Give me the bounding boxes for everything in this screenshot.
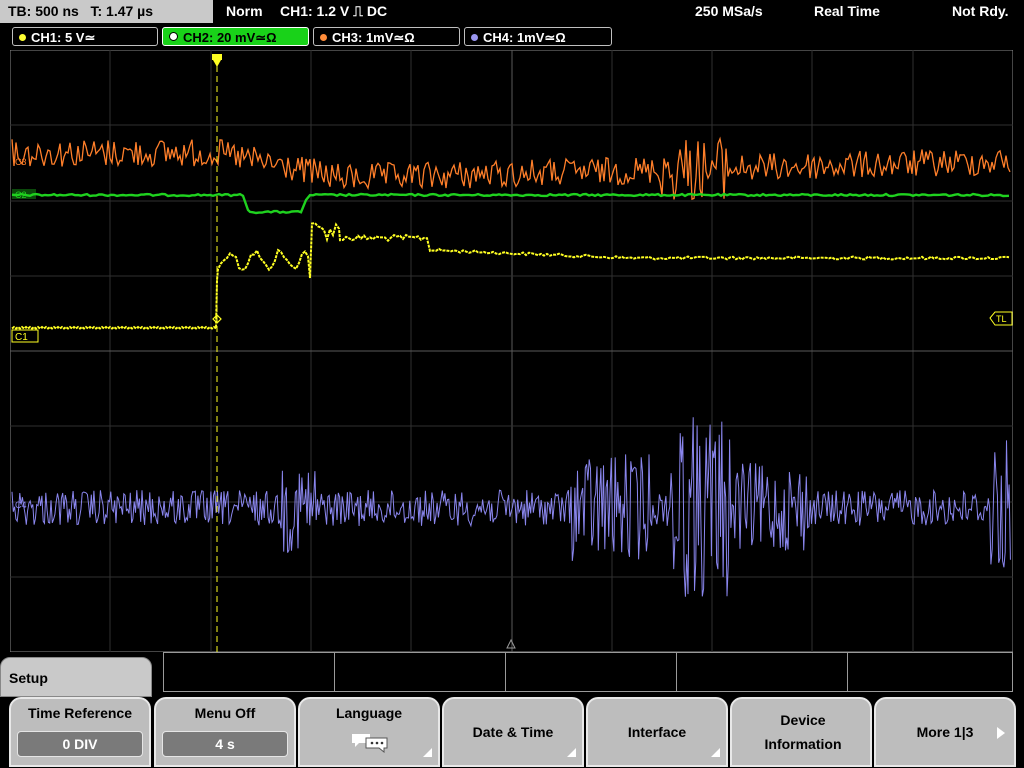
time-reference-value[interactable]: 0 DIV	[17, 731, 143, 757]
channel-4-label: CH4: 1mV≃Ω	[483, 30, 566, 45]
channel-1-label: CH1: 5 V≃	[31, 30, 96, 45]
speech-bubble-icon	[352, 734, 388, 753]
nav-cell	[335, 653, 506, 691]
submenu-indicator-icon	[567, 748, 576, 757]
channel-bar: CH1: 5 V≃ CH2: 20 mV≃Ω CH3: 1mV≃Ω CH4: 1…	[0, 26, 1024, 48]
nav-cell	[164, 653, 335, 691]
timebase-box[interactable]: TB: 500 ns T: 1.47 µs	[0, 0, 213, 23]
language-softkey[interactable]: Language	[298, 697, 440, 767]
menu-off-softkey[interactable]: Menu Off 4 s	[154, 697, 296, 767]
channel-4-chip[interactable]: CH4: 1mV≃Ω	[464, 27, 612, 46]
channel-2-label: CH2: 20 mV≃Ω	[183, 30, 277, 45]
nav-cell	[677, 653, 848, 691]
more-label: More 1|3	[916, 724, 974, 740]
channel-dot-icon	[471, 34, 478, 41]
date-time-softkey[interactable]: Date & Time	[442, 697, 584, 767]
ch1-level-marker[interactable]: C1	[11, 329, 39, 343]
channel-dot-icon	[19, 34, 26, 41]
device-information-label: Device Information	[764, 712, 842, 752]
trigger-level-marker[interactable]: TL	[989, 311, 1013, 326]
trigger-source-info[interactable]: CH1: 1.2 V ⎍ DC	[280, 3, 387, 20]
nav-cell	[506, 653, 677, 691]
ch2-marker-label: C2	[15, 190, 27, 200]
arrow-right-icon	[997, 727, 1005, 739]
channel-dot-icon	[320, 34, 327, 41]
interface-label: Interface	[627, 724, 687, 740]
acquisition-state: Not Rdy.	[952, 3, 1009, 19]
trigger-time-readout: T: 1.47 µs	[90, 3, 154, 19]
timebase-readout: TB: 500 ns	[8, 3, 79, 19]
time-reference-softkey[interactable]: Time Reference 0 DIV	[9, 697, 151, 767]
interface-softkey[interactable]: Interface	[586, 697, 728, 767]
date-time-label: Date & Time	[472, 724, 554, 740]
time-reference-label: Time Reference	[27, 705, 132, 721]
ch4-marker-label: C4	[15, 500, 27, 510]
channel-3-label: CH3: 1mV≃Ω	[332, 30, 415, 45]
menu-off-value[interactable]: 4 s	[162, 731, 288, 757]
device-information-softkey[interactable]: Device Information	[730, 697, 872, 767]
ch1-marker-label: C1	[15, 332, 28, 343]
menu-title-tab: Setup	[0, 657, 152, 697]
ch3-level-marker[interactable]: C3	[15, 157, 27, 167]
ch3-marker-label: C3	[15, 157, 27, 167]
more-softkey[interactable]: More 1|3	[874, 697, 1016, 767]
waveform-display[interactable]: C1 C2 C3 C4 TL	[10, 50, 1013, 652]
submenu-indicator-icon	[711, 748, 720, 757]
sample-rate: 250 MSa/s	[695, 3, 763, 19]
ch2-level-marker[interactable]: C2	[12, 189, 36, 200]
channel-1-chip[interactable]: CH1: 5 V≃	[12, 27, 158, 46]
status-bar: TB: 500 ns T: 1.47 µs Norm CH1: 1.2 V ⎍ …	[0, 0, 1024, 24]
submenu-indicator-icon	[423, 748, 432, 757]
trigger-mode[interactable]: Norm	[226, 3, 263, 19]
ch4-level-marker[interactable]: C4	[15, 500, 27, 510]
channel-dot-icon	[169, 32, 178, 41]
acquisition-mode: Real Time	[814, 3, 880, 19]
channel-2-chip[interactable]: CH2: 20 mV≃Ω	[162, 27, 309, 46]
menu-title: Setup	[9, 670, 48, 686]
trigger-level-label: TL	[996, 314, 1007, 324]
menu-navigation-strip	[163, 652, 1013, 692]
language-label: Language	[335, 705, 403, 721]
menu-off-label: Menu Off	[194, 705, 256, 721]
channel-3-chip[interactable]: CH3: 1mV≃Ω	[313, 27, 460, 46]
